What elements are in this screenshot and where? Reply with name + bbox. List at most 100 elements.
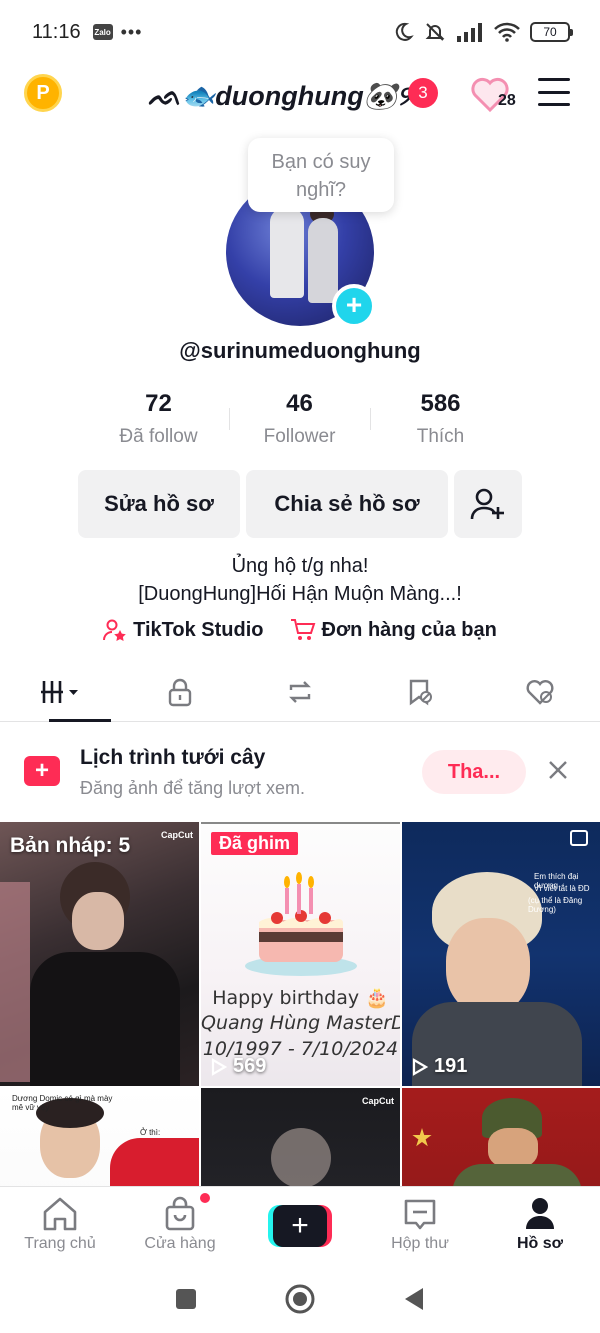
video-tile[interactable]: Dương Domic có gì mà mày mê vữ vậy Ở thì… <box>0 1088 199 1186</box>
play-icon <box>412 1057 428 1076</box>
home-icon <box>43 1197 77 1231</box>
watering-schedule-banner[interactable]: + Lịch trình tưới cây Đăng ảnh để tăng l… <box>0 722 600 820</box>
share-profile-button[interactable]: Chia sẻ hồ sơ <box>246 470 448 538</box>
profile-header: P ᨒ🐟duonghung🐼୨ৎ 3 28 <box>0 66 600 120</box>
add-friends-button[interactable] <box>454 470 522 538</box>
studio-user-star-icon <box>103 619 126 641</box>
tab-videos[interactable] <box>0 662 120 722</box>
recent-apps-icon[interactable] <box>173 1286 199 1312</box>
lock-icon <box>168 678 192 706</box>
friends-heart-button[interactable]: 28 <box>470 72 526 116</box>
tiktok-studio-label: TikTok Studio <box>133 618 264 641</box>
mute-bell-icon <box>425 23 445 41</box>
profile-display-name[interactable]: ᨒ🐟duonghung🐼୨ৎ <box>148 76 425 121</box>
close-icon[interactable] <box>546 758 570 782</box>
shopping-bag-icon <box>165 1196 195 1231</box>
liked-hidden-icon <box>526 679 554 705</box>
username[interactable]: @surinumeduonghung <box>0 338 600 364</box>
nav-create[interactable]: + <box>240 1187 360 1264</box>
orders-label: Đơn hàng của bạn <box>321 618 497 641</box>
battery-indicator: 70 <box>530 22 573 42</box>
system-navigation <box>0 1264 600 1333</box>
plus-calendar-icon: + <box>24 756 60 786</box>
nav-profile-label: Hồ sơ <box>516 1235 564 1252</box>
followers-label: Follower <box>263 426 336 447</box>
video-caption-2: Vì viết tắt là ĐD <box>534 884 590 893</box>
drafts-tile[interactable]: CapCut Bản nháp: 5 <box>0 822 199 1086</box>
nav-inbox-label: Hộp thư <box>391 1235 449 1252</box>
pinned-video-views: 569 <box>211 1055 266 1078</box>
bottom-navigation: Trang chủ Cửa hàng + Hộp thư Hồ sơ <box>0 1186 600 1264</box>
video-tile[interactable]: Em thích đại dương Vì viết tắt là ĐD (cụ… <box>402 822 600 1086</box>
view-count: 191 <box>434 1055 468 1077</box>
pinned-badge: Đã ghim <box>211 832 299 855</box>
tiktok-studio-link[interactable]: TikTok Studio <box>103 618 264 642</box>
add-user-icon <box>470 488 504 520</box>
bio: Ủng hộ t/g nha! [DuongHung]Hối Hận Muộn … <box>0 552 600 608</box>
play-icon <box>211 1057 227 1076</box>
pinned-video-tile[interactable]: Happy birthday 🎂 Quang Hùng MasterD 10/1… <box>201 822 400 1086</box>
profile-tabs <box>0 662 600 722</box>
profile-stats: 72 Đã follow 46 Follower 586 Thích <box>88 390 512 454</box>
shop-notification-dot <box>200 1193 210 1203</box>
tab-reposts[interactable] <box>240 662 360 721</box>
plus-icon: + <box>273 1205 327 1247</box>
video-grid: CapCut Bản nháp: 5 Happy birthday 🎂 Quan… <box>0 822 600 1186</box>
likes-count: 586 <box>420 390 461 417</box>
bookmark-icon <box>409 679 432 705</box>
banner-title: Lịch trình tưới cây <box>80 746 266 769</box>
likes-stat[interactable]: 586 Thích <box>370 390 511 454</box>
back-icon[interactable] <box>401 1285 427 1313</box>
tab-liked[interactable] <box>480 662 600 721</box>
status-icons: 70 <box>392 21 573 43</box>
video-caption-3: (cụ thể là Đăng Dương) <box>528 896 583 914</box>
signal-icon <box>457 23 482 42</box>
tab-favorites[interactable] <box>360 662 480 721</box>
zalo-notification-icon: Zalo <box>92 24 113 40</box>
following-stat[interactable]: 72 Đã follow <box>88 390 229 454</box>
bio-line-1: Ủng hộ t/g nha! <box>231 555 369 577</box>
video-tile[interactable]: CapCut <box>201 1088 400 1186</box>
video-caption-4: Dương Domic có gì mà mày mê vữ vậy <box>12 1094 113 1112</box>
wifi-icon <box>494 22 520 42</box>
birthday-line-2: Quang Hùng MasterD <box>201 1012 400 1034</box>
create-video-button[interactable]: + <box>268 1205 332 1247</box>
birthday-cake-image <box>245 872 357 976</box>
birthday-line-1: Happy birthday 🎂 <box>212 987 389 1009</box>
nav-profile[interactable]: Hồ sơ <box>480 1187 600 1264</box>
repost-icon <box>289 680 311 703</box>
heart-count: 28 <box>498 92 516 109</box>
banner-join-button[interactable]: Tha... <box>422 750 526 794</box>
video-views: 191 <box>412 1055 467 1078</box>
nav-shop[interactable]: Cửa hàng <box>120 1187 240 1264</box>
bio-line-2: [DuongHung]Hối Hận Muộn Màng...! <box>138 583 462 605</box>
coins-button[interactable]: P <box>24 74 62 112</box>
drafts-label: Bản nháp: 5 <box>10 834 131 857</box>
inbox-icon <box>404 1199 436 1230</box>
banner-subtitle: Đăng ảnh để tăng lượt xem. <box>80 778 305 798</box>
videos-grid-icon <box>41 680 78 703</box>
status-time: 11:16 <box>32 20 81 43</box>
capcut-watermark: CapCut <box>161 830 193 840</box>
followers-count: 46 <box>286 390 313 417</box>
edit-profile-button[interactable]: Sửa hồ sơ <box>78 470 240 538</box>
video-tile[interactable] <box>402 1088 600 1186</box>
video-caption-5: Ở thì: <box>140 1128 161 1137</box>
nav-home[interactable]: Trang chủ <box>0 1187 120 1264</box>
following-count: 72 <box>145 390 172 417</box>
tab-private[interactable] <box>120 662 240 721</box>
account-notification-badge[interactable]: 3 <box>408 78 438 108</box>
nav-inbox[interactable]: Hộp thư <box>360 1187 480 1264</box>
add-avatar-button[interactable]: + <box>332 284 376 328</box>
followers-stat[interactable]: 46 Follower <box>229 390 370 454</box>
profile-icon <box>526 1198 554 1229</box>
nav-shop-label: Cửa hàng <box>144 1235 216 1252</box>
more-notifications-indicator: ••• <box>120 21 143 42</box>
home-circle-icon[interactable] <box>284 1283 316 1315</box>
orders-link[interactable]: Đơn hàng của bạn <box>290 618 497 642</box>
following-label: Đã follow <box>119 426 198 447</box>
profile-links: TikTok Studio Đơn hàng của bạn <box>0 618 600 642</box>
thought-bubble[interactable]: Bạn có suy nghĩ? <box>248 138 394 212</box>
hamburger-menu-icon[interactable] <box>538 78 570 106</box>
view-count: 569 <box>233 1055 267 1077</box>
